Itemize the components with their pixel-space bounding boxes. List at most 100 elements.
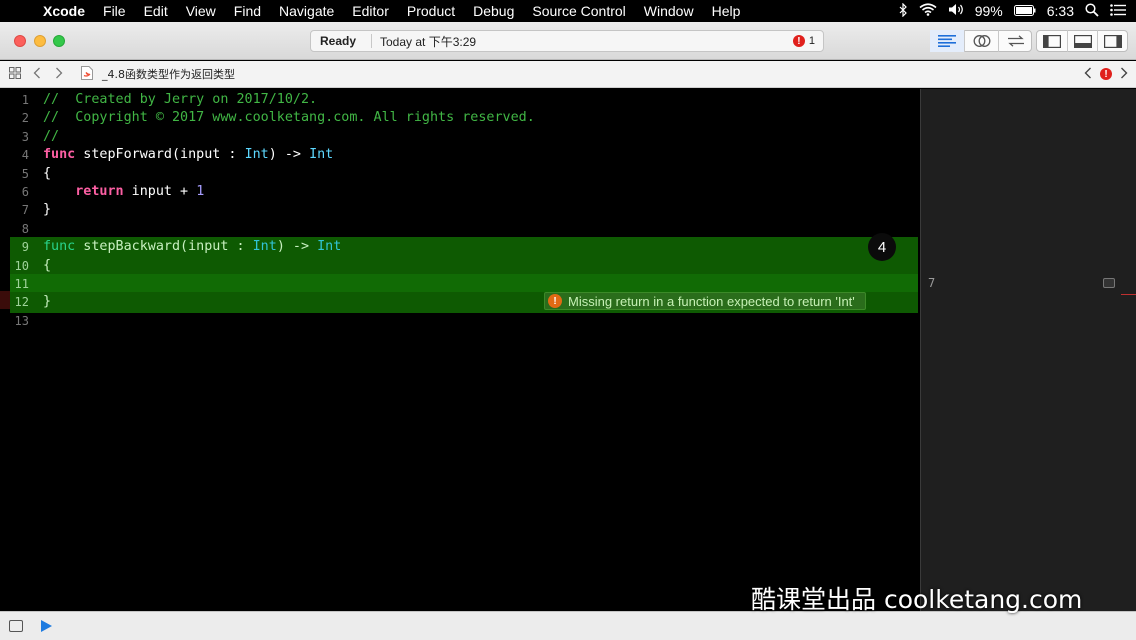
breadcrumb-file[interactable]: _4.8函数类型作为返回类型 bbox=[98, 66, 235, 82]
issue-error-icon[interactable]: ! bbox=[1100, 68, 1112, 80]
code-token: // Created by Jerry on 2017/10/2. bbox=[43, 92, 318, 107]
activity-viewer[interactable]: Ready Today at 下午3:29 ! 1 bbox=[310, 30, 824, 52]
code-line[interactable]: 1 // Created by Jerry on 2017/10/2. bbox=[0, 91, 920, 109]
code-token: stepBackward(input : bbox=[75, 239, 253, 255]
swift-file-icon bbox=[76, 65, 98, 83]
code-token: Int bbox=[252, 239, 277, 255]
code-token: } bbox=[43, 202, 52, 218]
menu-help[interactable]: Help bbox=[703, 3, 750, 19]
notification-center-icon[interactable] bbox=[1110, 3, 1126, 19]
forward-arrow-icon[interactable] bbox=[48, 67, 70, 82]
menu-file[interactable]: File bbox=[94, 3, 135, 19]
code-token: { bbox=[43, 257, 52, 273]
watermark: 酷课堂出品 coolketang.com bbox=[751, 585, 1083, 614]
code-line[interactable]: 8 bbox=[0, 220, 920, 238]
quick-look-icon[interactable] bbox=[1103, 278, 1115, 288]
code-line[interactable]: 13 bbox=[0, 312, 920, 330]
bluetooth-icon[interactable] bbox=[899, 2, 908, 20]
code-token: // Copyright © 2017 www.coolketang.com. … bbox=[43, 110, 535, 126]
line-number: 11 bbox=[14, 277, 29, 291]
line-number: 4 bbox=[21, 148, 29, 163]
menu-debug[interactable]: Debug bbox=[464, 3, 523, 19]
debug-area-show-icon[interactable] bbox=[9, 620, 23, 632]
wifi-icon[interactable] bbox=[919, 3, 937, 19]
inline-issue-message[interactable]: ! Missing return in a function expected … bbox=[544, 292, 866, 310]
code-token: stepForward(input : bbox=[75, 147, 245, 163]
code-token: ) -> bbox=[268, 147, 310, 163]
menu-source-control[interactable]: Source Control bbox=[523, 3, 634, 19]
utilities-toggle-icon[interactable] bbox=[1097, 30, 1127, 52]
volume-icon[interactable] bbox=[948, 3, 964, 19]
back-arrow-icon[interactable] bbox=[26, 67, 48, 82]
code-text: } bbox=[43, 293, 51, 311]
menu-app-name[interactable]: Xcode bbox=[34, 3, 94, 19]
menu-find[interactable]: Find bbox=[225, 3, 270, 19]
code-text: } bbox=[43, 201, 51, 219]
run-playground-icon[interactable] bbox=[41, 620, 52, 632]
menu-navigate[interactable]: Navigate bbox=[270, 3, 343, 19]
error-icon: ! bbox=[792, 35, 805, 47]
status-area: 99% 6:33 bbox=[899, 2, 1136, 20]
menu-bar: Xcode File Edit View Find Navigate Edito… bbox=[0, 0, 1136, 22]
version-editor-icon[interactable] bbox=[998, 30, 1032, 52]
code-token: input + bbox=[123, 184, 197, 199]
line-number: 12 bbox=[14, 295, 29, 310]
debug-area-toggle-icon[interactable] bbox=[1067, 30, 1097, 52]
clock[interactable]: 6:33 bbox=[1047, 3, 1074, 19]
issue-navigator: ! bbox=[1084, 67, 1136, 82]
battery-percent: 99% bbox=[974, 3, 1003, 19]
code-line[interactable]: 10 { bbox=[0, 257, 920, 275]
code-line[interactable]: 4 func stepForward(input : Int) -> Int bbox=[0, 146, 920, 164]
code-token: return bbox=[75, 184, 124, 199]
error-count-badge[interactable]: ! 1 bbox=[792, 35, 823, 47]
line-number: 8 bbox=[21, 221, 29, 236]
code-token: func bbox=[43, 147, 76, 163]
code-line[interactable]: 11 bbox=[0, 275, 920, 293]
code-line[interactable]: 9 func stepBackward(input : Int) -> Int bbox=[0, 238, 920, 256]
results-sidebar: 7 bbox=[920, 89, 1136, 611]
step-badge: 4 bbox=[868, 233, 896, 261]
code-line[interactable]: 2 // Copyright © 2017 www.coolketang.com.… bbox=[0, 109, 920, 127]
window-toolbar: Ready Today at 下午3:29 ! 1 bbox=[0, 22, 1136, 60]
next-issue-icon[interactable] bbox=[1120, 67, 1128, 82]
code-line[interactable]: 5{ bbox=[0, 165, 920, 183]
menu-edit[interactable]: Edit bbox=[135, 3, 177, 19]
line-number: 7 bbox=[21, 203, 29, 218]
navigator-toggle-icon[interactable] bbox=[1037, 30, 1067, 52]
code-token: { bbox=[43, 165, 52, 181]
result-value: 7 bbox=[928, 276, 936, 290]
code-token: 1 bbox=[196, 184, 205, 199]
code-token: Int bbox=[244, 147, 269, 163]
warning-icon: ! bbox=[548, 294, 562, 308]
view-toggle-control bbox=[1036, 30, 1128, 52]
code-token: ) -> bbox=[276, 239, 318, 255]
close-window-button[interactable] bbox=[14, 35, 26, 47]
code-token: Int bbox=[317, 239, 342, 255]
menu-product[interactable]: Product bbox=[398, 3, 464, 19]
related-items-icon[interactable] bbox=[4, 66, 26, 82]
battery-icon[interactable] bbox=[1013, 3, 1036, 19]
line-number: 9 bbox=[21, 240, 29, 255]
previous-issue-icon[interactable] bbox=[1084, 67, 1092, 82]
line-number: 10 bbox=[14, 258, 29, 273]
menu-view[interactable]: View bbox=[177, 3, 225, 19]
editor-mode-control bbox=[930, 30, 1032, 52]
code-line[interactable]: 7} bbox=[0, 201, 920, 219]
jump-bar: _4.8函数类型作为返回类型 ! bbox=[0, 61, 1136, 88]
assistant-editor-icon[interactable] bbox=[964, 30, 998, 52]
error-count: 1 bbox=[808, 35, 815, 47]
zoom-window-button[interactable] bbox=[53, 35, 65, 47]
standard-editor-icon[interactable] bbox=[930, 30, 964, 52]
code-line[interactable]: 3 // bbox=[0, 128, 920, 146]
line-number: 2 bbox=[21, 111, 29, 126]
minimize-window-button[interactable] bbox=[34, 35, 46, 47]
search-icon[interactable] bbox=[1085, 2, 1099, 20]
menu-window[interactable]: Window bbox=[635, 3, 703, 19]
code-text: return input + 1 bbox=[43, 183, 204, 201]
line-number: 6 bbox=[21, 185, 29, 199]
code-text: { bbox=[43, 165, 51, 183]
source-editor[interactable]: 1 // Created by Jerry on 2017/10/2. 2 // Co… bbox=[0, 89, 920, 611]
code-line[interactable]: 6 return input + 1 bbox=[0, 183, 920, 201]
menu-editor[interactable]: Editor bbox=[343, 3, 398, 19]
